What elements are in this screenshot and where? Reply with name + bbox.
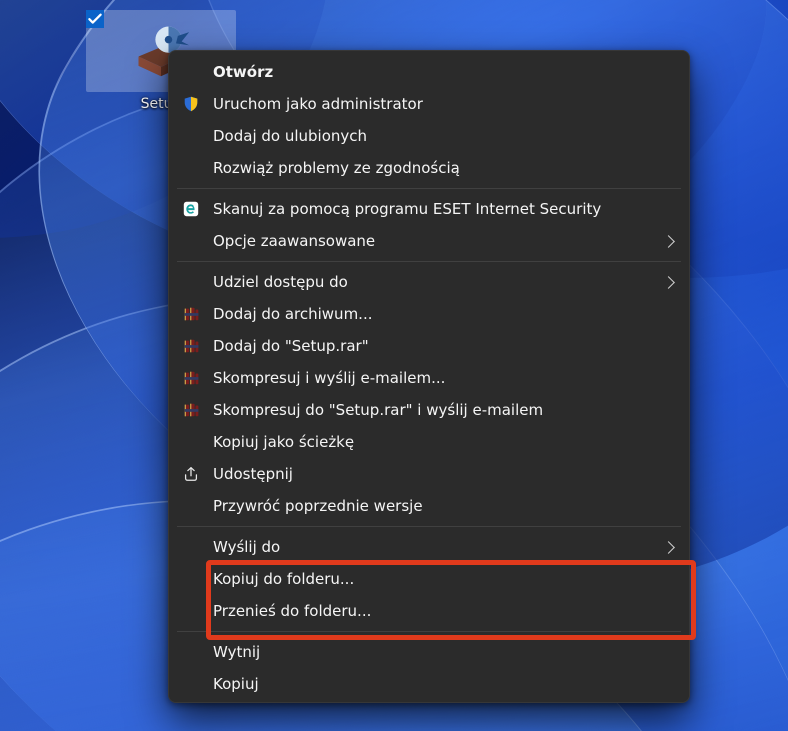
blank-icon <box>181 231 201 251</box>
menu-add-favorites-label: Dodaj do ulubionych <box>213 127 673 145</box>
menu-advanced-options-label: Opcje zaawansowane <box>213 232 644 250</box>
menu-restore-previous[interactable]: Przywróć poprzednie wersje <box>169 490 689 522</box>
blank-icon <box>181 569 201 589</box>
menu-troubleshoot-label: Rozwiąż problemy ze zgodnością <box>213 159 673 177</box>
chevron-right-icon <box>662 276 675 289</box>
blank-icon <box>181 126 201 146</box>
menu-separator <box>177 188 681 189</box>
menu-eset-scan[interactable]: Skanuj za pomocą programu ESET Internet … <box>169 193 689 225</box>
share-icon <box>181 464 201 484</box>
menu-add-favorites[interactable]: Dodaj do ulubionych <box>169 120 689 152</box>
menu-separator <box>177 261 681 262</box>
menu-cut-label: Wytnij <box>213 643 673 661</box>
menu-restore-previous-label: Przywróć poprzednie wersje <box>213 497 673 515</box>
menu-open[interactable]: Otwórz <box>169 56 689 88</box>
winrar-icon <box>181 400 201 420</box>
menu-winrar-compress-setup-email-label: Skompresuj do "Setup.rar" i wyślij e-mai… <box>213 401 673 419</box>
menu-troubleshoot-compat[interactable]: Rozwiąż problemy ze zgodnością <box>169 152 689 184</box>
menu-winrar-compress-email[interactable]: Skompresuj i wyślij e-mailem... <box>169 362 689 394</box>
menu-winrar-compress-setup-email[interactable]: Skompresuj do "Setup.rar" i wyślij e-mai… <box>169 394 689 426</box>
menu-give-access[interactable]: Udziel dostępu do <box>169 266 689 298</box>
blank-icon <box>181 272 201 292</box>
menu-winrar-add-archive[interactable]: Dodaj do archiwum... <box>169 298 689 330</box>
blank-icon <box>181 496 201 516</box>
menu-advanced-options[interactable]: Opcje zaawansowane <box>169 225 689 257</box>
winrar-icon <box>181 304 201 324</box>
menu-copy-as-path-label: Kopiuj jako ścieżkę <box>213 433 673 451</box>
chevron-right-icon <box>662 235 675 248</box>
menu-copy[interactable]: Kopiuj <box>169 668 689 700</box>
menu-copy-to-folder-label: Kopiuj do folderu... <box>213 570 673 588</box>
shield-admin-icon <box>181 94 201 114</box>
winrar-icon <box>181 368 201 388</box>
menu-separator <box>177 526 681 527</box>
menu-eset-scan-label: Skanuj za pomocą programu ESET Internet … <box>213 200 673 218</box>
eset-icon <box>181 199 201 219</box>
menu-give-access-label: Udziel dostępu do <box>213 273 644 291</box>
blank-icon <box>181 601 201 621</box>
menu-run-as-admin[interactable]: Uruchom jako administrator <box>169 88 689 120</box>
menu-winrar-add-setup-label: Dodaj do "Setup.rar" <box>213 337 673 355</box>
menu-winrar-compress-email-label: Skompresuj i wyślij e-mailem... <box>213 369 673 387</box>
winrar-icon <box>181 336 201 356</box>
menu-send-to-label: Wyślij do <box>213 538 644 556</box>
menu-winrar-add-archive-label: Dodaj do archiwum... <box>213 305 673 323</box>
menu-move-to-folder[interactable]: Przenieś do folderu... <box>169 595 689 627</box>
selection-check-icon <box>86 10 104 28</box>
menu-copy-to-folder[interactable]: Kopiuj do folderu... <box>169 563 689 595</box>
blank-icon <box>181 642 201 662</box>
blank-icon <box>181 674 201 694</box>
blank-icon <box>181 432 201 452</box>
blank-icon <box>181 537 201 557</box>
menu-winrar-add-setup[interactable]: Dodaj do "Setup.rar" <box>169 330 689 362</box>
menu-copy-as-path[interactable]: Kopiuj jako ścieżkę <box>169 426 689 458</box>
menu-send-to[interactable]: Wyślij do <box>169 531 689 563</box>
menu-move-to-folder-label: Przenieś do folderu... <box>213 602 673 620</box>
menu-run-as-admin-label: Uruchom jako administrator <box>213 95 673 113</box>
menu-share[interactable]: Udostępnij <box>169 458 689 490</box>
menu-cut[interactable]: Wytnij <box>169 636 689 668</box>
context-menu: Otwórz Uruchom jako administrator Dodaj … <box>168 50 690 703</box>
menu-separator <box>177 631 681 632</box>
menu-copy-label: Kopiuj <box>213 675 673 693</box>
menu-open-label: Otwórz <box>213 63 673 81</box>
blank-icon <box>181 158 201 178</box>
menu-share-label: Udostępnij <box>213 465 673 483</box>
blank-icon <box>181 62 201 82</box>
chevron-right-icon <box>662 541 675 554</box>
